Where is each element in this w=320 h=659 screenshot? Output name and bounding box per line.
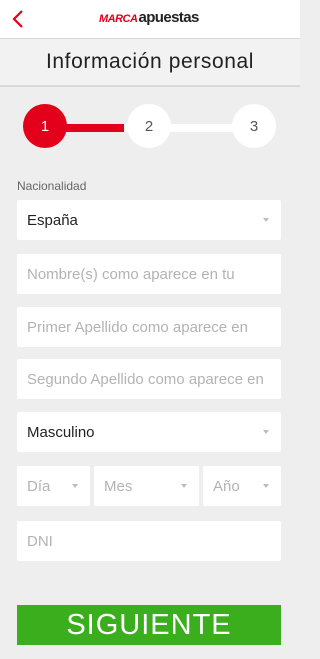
dropdown-caret-icon [263, 218, 269, 222]
title-bar: Información personal [0, 39, 300, 87]
nationality-label: Nacionalidad [17, 179, 87, 193]
gender-select[interactable]: Masculino [17, 412, 281, 452]
birth-year-select[interactable]: Año [203, 466, 281, 506]
dni-placeholder: DNI [27, 532, 53, 550]
second-surname-placeholder: Segundo Apellido como aparece en [27, 370, 264, 388]
next-button[interactable]: SIGUIENTE [17, 605, 281, 645]
nationality-select[interactable]: España [17, 200, 281, 240]
birth-year-placeholder: Año [213, 477, 240, 495]
birth-month-placeholder: Mes [104, 477, 133, 495]
back-button[interactable] [6, 6, 30, 32]
dni-field[interactable]: DNI [17, 521, 281, 561]
logo-marca: MARCA [99, 13, 138, 25]
dropdown-caret-icon [72, 484, 78, 488]
nationality-value: España [27, 211, 78, 229]
dropdown-caret-icon [263, 430, 269, 434]
first-name-field[interactable]: Nombre(s) como aparece en tu [17, 254, 281, 294]
first-name-placeholder: Nombre(s) como aparece en tu [27, 265, 235, 283]
dropdown-caret-icon [263, 484, 269, 488]
app-header: MARCA apuestas [0, 0, 300, 39]
birth-day-select[interactable]: Día [17, 466, 90, 506]
second-surname-field[interactable]: Segundo Apellido como aparece en [17, 359, 281, 399]
birth-month-select[interactable]: Mes [94, 466, 199, 506]
logo-apuestas: apuestas [138, 9, 199, 26]
stepper-progress [60, 124, 124, 132]
step-2: 2 [127, 104, 171, 148]
step-1: 1 [23, 104, 67, 148]
birth-day-placeholder: Día [27, 477, 51, 495]
page-title: Información personal [45, 50, 255, 73]
first-surname-placeholder: Primer Apellido como aparece en [27, 318, 248, 336]
chevron-left-icon [12, 10, 23, 28]
registration-stepper: 1 2 3 [0, 104, 300, 152]
step-3: 3 [232, 104, 276, 148]
first-surname-field[interactable]: Primer Apellido como aparece en [17, 307, 281, 347]
dropdown-caret-icon [181, 484, 187, 488]
gender-value: Masculino [27, 423, 95, 441]
marca-apuestas-logo: MARCA apuestas [99, 9, 199, 29]
